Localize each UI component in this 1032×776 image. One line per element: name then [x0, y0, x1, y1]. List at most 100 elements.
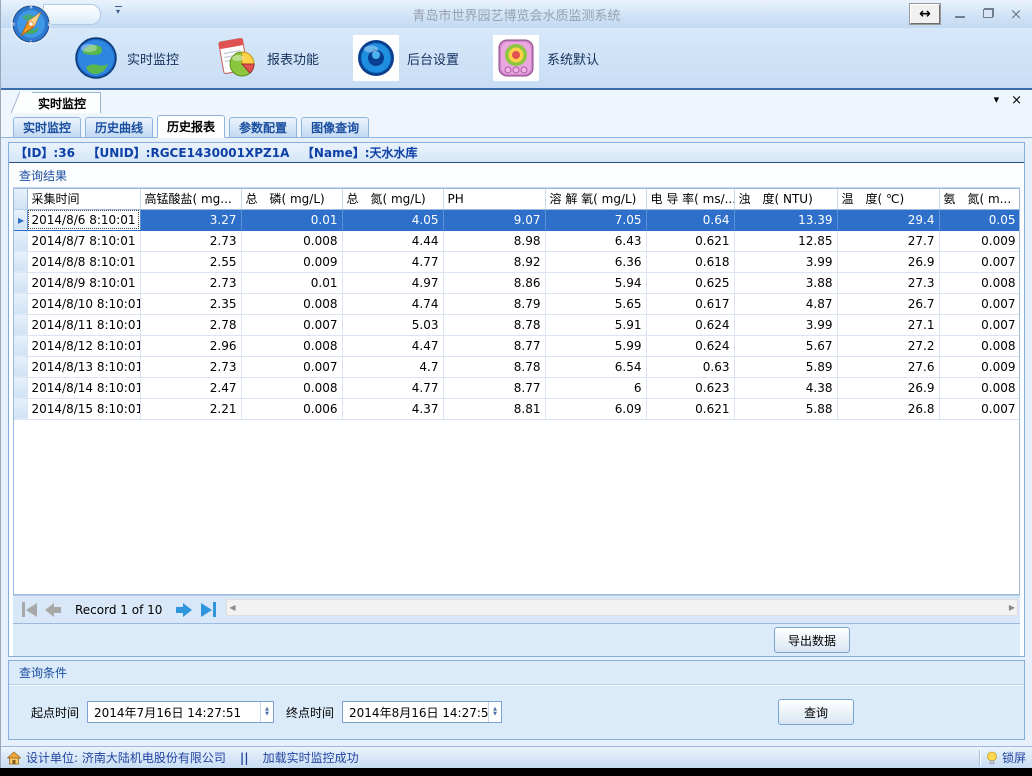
tab-list-dropdown-icon[interactable]: ▾ — [994, 93, 1000, 108]
row-indicator[interactable] — [14, 335, 27, 356]
cell[interactable]: 0.008 — [241, 293, 342, 314]
cell[interactable]: 7.05 — [545, 209, 646, 230]
tab-4[interactable]: 图像查询 — [301, 117, 369, 137]
cell[interactable]: 0.006 — [241, 398, 342, 419]
previous-record-button[interactable] — [41, 597, 65, 623]
row-indicator[interactable] — [14, 230, 27, 251]
scroll-left-icon[interactable]: ◀ — [229, 604, 235, 612]
cell[interactable]: 0.617 — [646, 293, 734, 314]
cell[interactable]: 8.81 — [443, 398, 545, 419]
cell[interactable]: 2.55 — [140, 251, 241, 272]
cell[interactable]: 2.73 — [140, 272, 241, 293]
cell[interactable]: 5.88 — [734, 398, 837, 419]
cell[interactable]: 4.77 — [342, 251, 443, 272]
cell[interactable]: 2014/8/9 8:10:01 — [27, 272, 140, 293]
table-row[interactable]: ▸2014/8/6 8:10:013.270.014.059.077.050.6… — [14, 209, 1020, 230]
cell[interactable]: 4.47 — [342, 335, 443, 356]
row-indicator[interactable] — [14, 377, 27, 398]
cell[interactable]: 8.86 — [443, 272, 545, 293]
cell[interactable]: 0.007 — [939, 314, 1020, 335]
table-row[interactable]: 2014/8/12 8:10:012.960.0084.478.775.990.… — [14, 335, 1020, 356]
scroll-right-icon[interactable]: ▶ — [1009, 604, 1015, 612]
cell[interactable]: 8.98 — [443, 230, 545, 251]
cell[interactable]: 8.92 — [443, 251, 545, 272]
toolbar-item-backend-settings[interactable]: 后台设置 — [353, 35, 459, 81]
cell[interactable]: 0.01 — [241, 209, 342, 230]
column-header[interactable]: 温 度( ℃) — [837, 189, 939, 209]
table-row[interactable]: 2014/8/14 8:10:012.470.0084.778.7760.623… — [14, 377, 1020, 398]
cell[interactable]: 0.007 — [939, 398, 1020, 419]
cell[interactable]: 27.1 — [837, 314, 939, 335]
tab-3[interactable]: 参数配置 — [229, 117, 297, 137]
cell[interactable]: 5.94 — [545, 272, 646, 293]
cell[interactable]: 8.79 — [443, 293, 545, 314]
cell[interactable]: 2014/8/7 8:10:01 — [27, 230, 140, 251]
row-indicator[interactable] — [14, 272, 27, 293]
cell[interactable]: 0.64 — [646, 209, 734, 230]
tab-2[interactable]: 历史报表 — [157, 115, 225, 138]
first-record-button[interactable] — [17, 597, 41, 623]
column-header[interactable]: 电 导 率( ms/... — [646, 189, 734, 209]
table-row[interactable]: 2014/8/8 8:10:012.550.0094.778.926.360.6… — [14, 251, 1020, 272]
resize-toggle-button[interactable]: ↔ — [910, 4, 940, 24]
quick-access-dropdown-icon[interactable]: ▾ — [113, 6, 123, 15]
cell[interactable]: 5.67 — [734, 335, 837, 356]
row-indicator[interactable] — [14, 398, 27, 419]
cell[interactable]: 27.6 — [837, 356, 939, 377]
end-time-field[interactable]: 2014年8月16日 14:27:5 ▲▼ — [342, 701, 502, 723]
cell[interactable]: 0.621 — [646, 230, 734, 251]
cell[interactable]: 0.008 — [939, 272, 1020, 293]
cell[interactable]: 3.99 — [734, 251, 837, 272]
cell[interactable]: 6 — [545, 377, 646, 398]
cell[interactable]: 0.007 — [939, 293, 1020, 314]
cell[interactable]: 5.91 — [545, 314, 646, 335]
cell[interactable]: 2014/8/6 8:10:01 — [27, 209, 140, 230]
cell[interactable]: 0.618 — [646, 251, 734, 272]
cell[interactable]: 26.8 — [837, 398, 939, 419]
cell[interactable]: 0.008 — [939, 335, 1020, 356]
cell[interactable]: 4.77 — [342, 377, 443, 398]
column-header[interactable]: 总 磷( mg/L) — [241, 189, 342, 209]
row-indicator[interactable] — [14, 293, 27, 314]
cell[interactable]: 12.85 — [734, 230, 837, 251]
row-indicator[interactable] — [14, 251, 27, 272]
query-button[interactable]: 查询 — [778, 699, 854, 725]
cell[interactable]: 8.78 — [443, 356, 545, 377]
document-tab-realtime[interactable]: 实时监控 — [23, 92, 101, 113]
cell[interactable]: 2.73 — [140, 230, 241, 251]
cell[interactable]: 0.63 — [646, 356, 734, 377]
cell[interactable]: 5.65 — [545, 293, 646, 314]
cell[interactable]: 0.007 — [241, 356, 342, 377]
cell[interactable]: 4.7 — [342, 356, 443, 377]
table-row[interactable]: 2014/8/11 8:10:012.780.0075.038.785.910.… — [14, 314, 1020, 335]
cell[interactable]: 2014/8/11 8:10:01 — [27, 314, 140, 335]
cell[interactable]: 8.77 — [443, 335, 545, 356]
cell[interactable]: 0.009 — [241, 251, 342, 272]
cell[interactable]: 0.621 — [646, 398, 734, 419]
cell[interactable]: 0.007 — [939, 251, 1020, 272]
cell[interactable]: 2.78 — [140, 314, 241, 335]
cell[interactable]: 13.39 — [734, 209, 837, 230]
column-header[interactable]: 浊 度( NTU) — [734, 189, 837, 209]
table-row[interactable]: 2014/8/10 8:10:012.350.0084.748.795.650.… — [14, 293, 1020, 314]
column-header[interactable]: 高锰酸盐( mg... — [140, 189, 241, 209]
cell[interactable]: 2.35 — [140, 293, 241, 314]
cell[interactable]: 3.88 — [734, 272, 837, 293]
cell[interactable]: 0.624 — [646, 314, 734, 335]
cell[interactable]: 2014/8/12 8:10:01 — [27, 335, 140, 356]
table-row[interactable]: 2014/8/13 8:10:012.730.0074.78.786.540.6… — [14, 356, 1020, 377]
tab-1[interactable]: 历史曲线 — [85, 117, 153, 137]
cell[interactable]: 0.008 — [241, 335, 342, 356]
row-indicator[interactable] — [14, 314, 27, 335]
last-record-button[interactable] — [196, 597, 220, 623]
cell[interactable]: 5.99 — [545, 335, 646, 356]
cell[interactable]: 2014/8/13 8:10:01 — [27, 356, 140, 377]
end-time-spinner[interactable]: ▲▼ — [488, 702, 501, 722]
table-row[interactable]: 2014/8/9 8:10:012.730.014.978.865.940.62… — [14, 272, 1020, 293]
start-time-field[interactable]: 2014年7月16日 14:27:51 ▲▼ — [87, 701, 274, 723]
cell[interactable]: 2.21 — [140, 398, 241, 419]
cell[interactable]: 26.7 — [837, 293, 939, 314]
cell[interactable]: 0.625 — [646, 272, 734, 293]
cell[interactable]: 2.73 — [140, 356, 241, 377]
cell[interactable]: 9.07 — [443, 209, 545, 230]
